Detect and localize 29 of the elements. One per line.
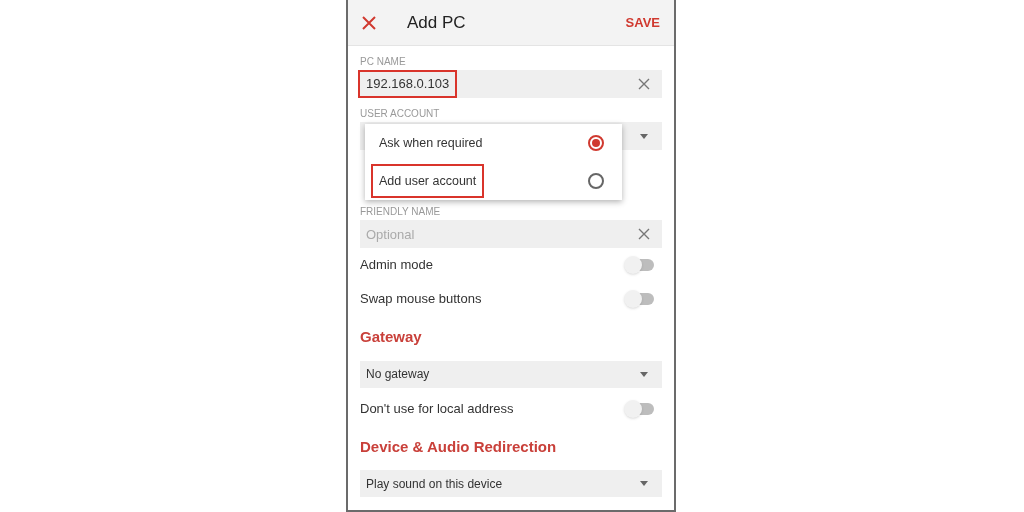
dropdown-field[interactable]: Play sound on this device [360, 470, 662, 497]
dropdown-field[interactable]: No gateway [360, 360, 662, 388]
save-button[interactable]: SAVE [625, 12, 660, 33]
radio-button[interactable] [588, 135, 604, 151]
toggle-switch[interactable] [626, 293, 654, 305]
caret-icon [640, 481, 648, 486]
text-field[interactable]: 192.168.0.103 [360, 70, 662, 98]
section-heading: Device & Audio Redirection [360, 436, 558, 457]
caret-icon [640, 133, 648, 139]
option-label: Add user account [371, 163, 485, 199]
setting-label: Admin mode [360, 256, 433, 275]
field-label: FRIENDLY NAME [360, 206, 442, 218]
section-heading: Gateway [360, 327, 423, 347]
setting-label: Swap mouse buttons [360, 290, 482, 309]
setting-label: Don't use for local address [360, 399, 514, 418]
close-icon[interactable] [362, 15, 376, 30]
menu-option[interactable]: Add user account [365, 162, 622, 200]
radio-button[interactable] [588, 173, 604, 189]
clear-icon[interactable] [638, 228, 650, 240]
clear-icon[interactable] [638, 78, 650, 90]
menu-option[interactable]: Ask when required [365, 124, 622, 162]
page-title: Add PC [407, 11, 466, 34]
field-label: PC NAME [360, 56, 407, 68]
caret-icon [640, 371, 648, 377]
field-value: 192.168.0.103 [358, 70, 458, 98]
field-label: USER ACCOUNT [360, 108, 441, 120]
toggle-switch[interactable] [626, 402, 654, 415]
option-label: Ask when required [378, 134, 484, 152]
toggle-switch[interactable] [626, 259, 654, 271]
